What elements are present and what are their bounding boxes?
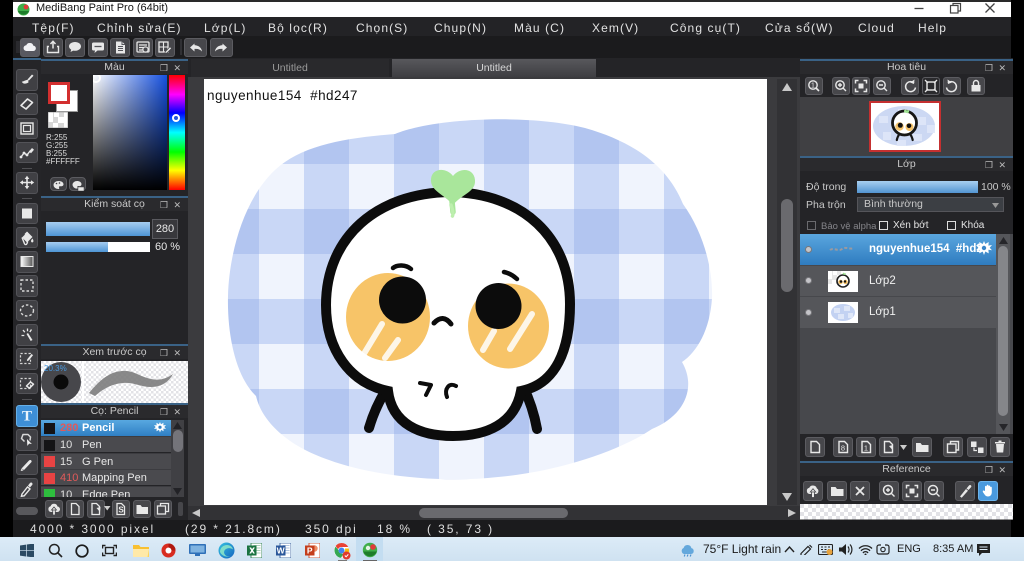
svg-text:8: 8: [841, 444, 845, 453]
svg-text:W: W: [277, 546, 286, 556]
svg-text:S: S: [118, 506, 124, 515]
svg-text:1: 1: [811, 83, 815, 90]
svg-text:P: P: [307, 546, 313, 556]
svg-text:1: 1: [864, 444, 868, 453]
svg-text:20.3%: 20.3%: [44, 364, 67, 373]
svg-text:T: T: [21, 409, 31, 425]
